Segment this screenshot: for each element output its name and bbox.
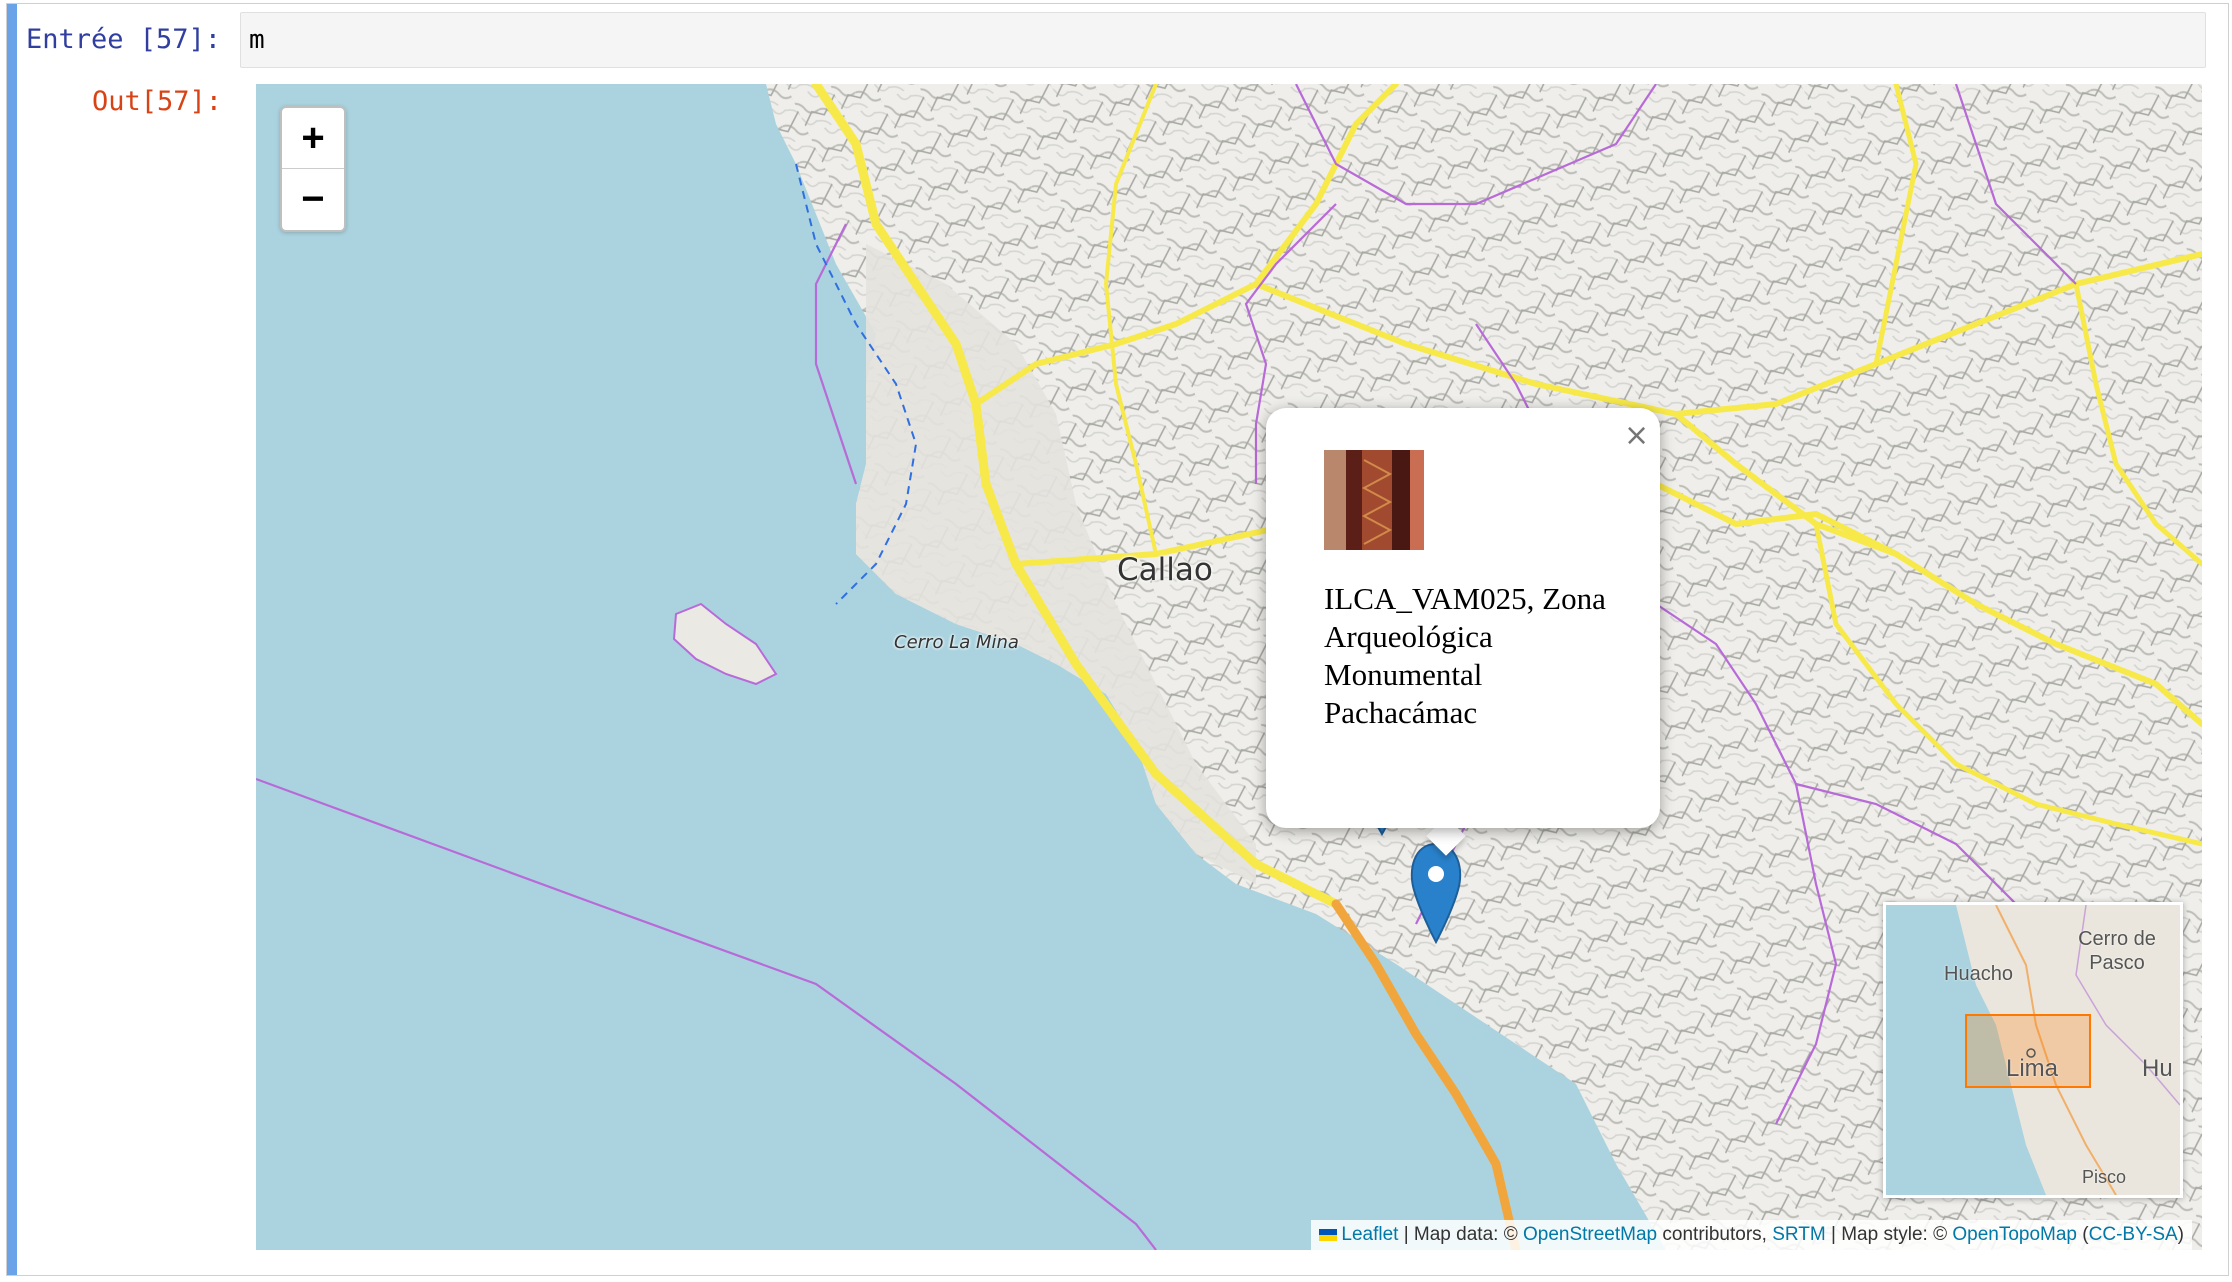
minimap-label-hu: Hu bbox=[2142, 1055, 2173, 1082]
ukraine-flag-icon bbox=[1319, 1228, 1338, 1241]
marker-popup: × ILCA_VAM025, Zona Arqueológica Monumen… bbox=[1266, 408, 1660, 828]
zoom-out-button[interactable]: − bbox=[282, 169, 344, 229]
label-cerro-la-mina: Cerro La Mina bbox=[894, 632, 1019, 653]
attribution-text: | Map data: © bbox=[1398, 1224, 1523, 1245]
island bbox=[672, 602, 778, 686]
output-prompt: Out[57]: bbox=[92, 86, 223, 117]
attribution-text: ( bbox=[2077, 1224, 2089, 1245]
minimap-label-pisco: Pisco bbox=[2082, 1167, 2127, 1187]
minimap-label-lima: Lima bbox=[2006, 1055, 2059, 1082]
openstreetmap-link[interactable]: OpenStreetMap bbox=[1523, 1224, 1657, 1245]
minimap-label-cerro-de-pasco: Cerro de Pasco bbox=[2078, 928, 2156, 974]
srtm-link[interactable]: SRTM bbox=[1772, 1224, 1825, 1245]
cc-by-sa-link[interactable]: CC-BY-SA bbox=[2089, 1224, 2178, 1245]
map-attribution: Leaflet | Map data: © OpenStreetMap cont… bbox=[1311, 1220, 2192, 1250]
minimap[interactable]: Cerro de Pasco Huacho Lima Hu Pisco bbox=[1883, 902, 2183, 1198]
popup-title: ILCA_VAM025, Zona Arqueológica Monumenta… bbox=[1324, 581, 1606, 730]
attribution-text: contributors, bbox=[1657, 1224, 1773, 1245]
leaflet-map[interactable]: Callao Cerro La Mina + − × ILCA_VAM025, … bbox=[256, 84, 2202, 1250]
cell-selection-bar bbox=[7, 4, 17, 1275]
attribution-text: | Map style: © bbox=[1825, 1224, 1953, 1245]
code-input[interactable]: m bbox=[240, 12, 2206, 68]
attribution-text: ) bbox=[2177, 1224, 2184, 1245]
textile-photo-icon bbox=[1324, 450, 1424, 550]
zoom-control: + − bbox=[280, 106, 346, 232]
opentopomap-link[interactable]: OpenTopoMap bbox=[1952, 1224, 2077, 1245]
leaflet-link[interactable]: Leaflet bbox=[1341, 1224, 1398, 1245]
zoom-in-button[interactable]: + bbox=[282, 108, 344, 169]
minimap-label-huacho: Huacho bbox=[1944, 963, 2013, 985]
popup-close-button[interactable]: × bbox=[1624, 418, 1649, 453]
label-callao: Callao bbox=[1117, 552, 1213, 588]
input-prompt: Entrée [57]: bbox=[26, 24, 222, 55]
